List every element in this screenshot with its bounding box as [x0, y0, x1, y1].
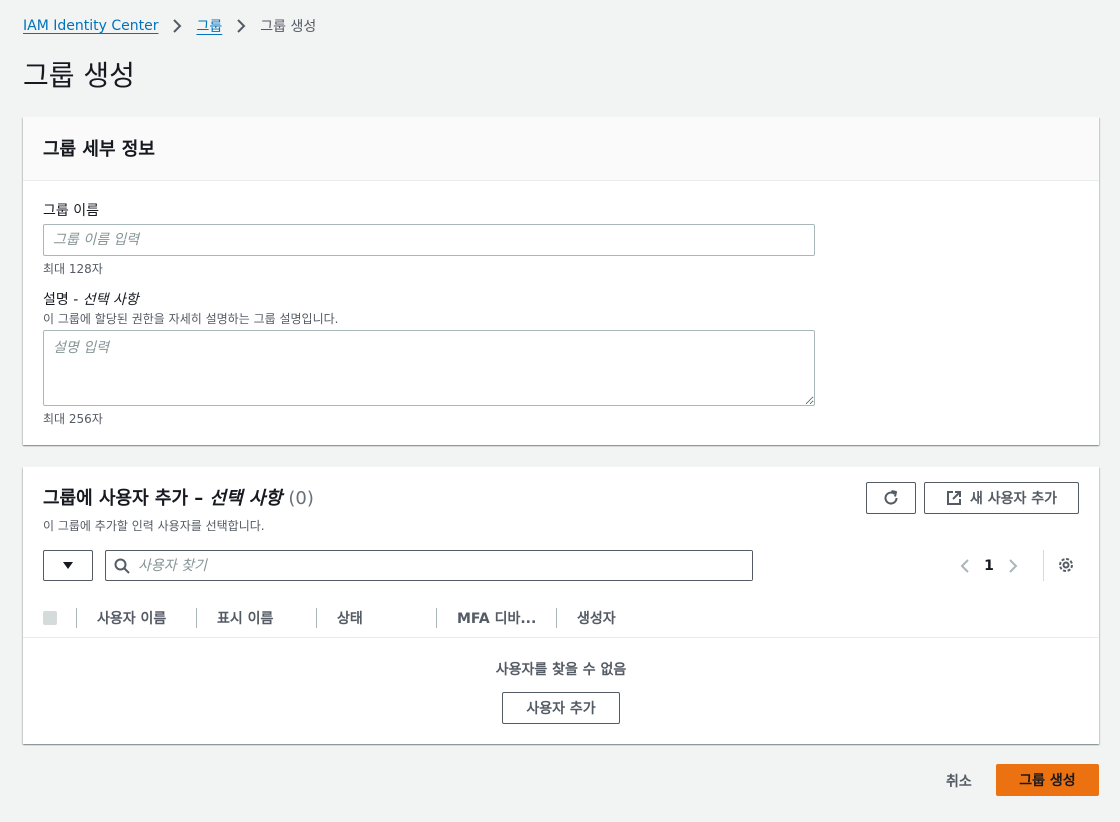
- column-divider: [76, 608, 77, 628]
- description-help: 이 그룹에 할당된 권한을 자세히 설명하는 그룹 설명입니다.: [43, 312, 339, 326]
- add-users-title-main: 그룹에 사용자 추가 –: [43, 488, 210, 509]
- breadcrumb-link-groups[interactable]: 그룹: [196, 16, 222, 36]
- description-hint: 최대 256자: [43, 412, 103, 426]
- select-all-checkbox[interactable]: [43, 611, 57, 625]
- external-link-icon: [946, 491, 961, 505]
- column-divider: [556, 608, 557, 628]
- breadcrumb-link-identity-center[interactable]: IAM Identity Center: [23, 18, 158, 34]
- chevron-right-icon: [170, 19, 184, 33]
- caret-down-icon: [63, 561, 73, 569]
- empty-state-message: 사용자를 찾을 수 없음: [495, 662, 627, 678]
- divider: [1043, 550, 1044, 581]
- add-user-button[interactable]: 사용자 추가: [502, 692, 620, 724]
- panel-header: 그룹 세부 정보: [23, 117, 1099, 181]
- refresh-button[interactable]: [866, 482, 916, 514]
- column-status[interactable]: 상태: [337, 598, 363, 638]
- page-title: 그룹 생성: [23, 59, 135, 92]
- filter-dropdown[interactable]: [43, 550, 93, 581]
- breadcrumb: IAM Identity Center 그룹 그룹 생성: [23, 14, 316, 38]
- description-separator: -: [68, 292, 83, 308]
- group-name-input[interactable]: [43, 224, 815, 256]
- table-header: 사용자 이름 표시 이름 상태 MFA 디바... 생성자: [23, 598, 1099, 638]
- add-new-user-label: 새 사용자 추가: [969, 491, 1058, 507]
- create-group-button[interactable]: 그룹 생성: [996, 764, 1099, 796]
- user-count: (0): [288, 488, 314, 509]
- add-users-title-optional: 선택 사항: [209, 488, 283, 509]
- column-created-by[interactable]: 생성자: [577, 598, 616, 638]
- cancel-button[interactable]: 취소: [946, 771, 972, 791]
- chevron-right-icon[interactable]: [1007, 558, 1019, 574]
- column-username[interactable]: 사용자 이름: [97, 598, 166, 638]
- description-label: 설명: [43, 292, 69, 308]
- pagination: 1: [959, 553, 1019, 579]
- column-divider: [196, 608, 197, 628]
- breadcrumb-current: 그룹 생성: [260, 19, 317, 35]
- description-label-row: 설명 - 선택 사항: [43, 289, 139, 309]
- add-users-title: 그룹에 사용자 추가 – 선택 사항 (0): [43, 484, 314, 510]
- chevron-left-icon[interactable]: [959, 558, 971, 574]
- page-number[interactable]: 1: [981, 558, 997, 574]
- group-name-hint: 최대 128자: [43, 262, 103, 276]
- add-users-description: 이 그룹에 추가할 인력 사용자를 선택합니다.: [43, 519, 265, 533]
- description-optional: 선택 사항: [82, 292, 139, 308]
- column-divider: [316, 608, 317, 628]
- search-input[interactable]: [138, 551, 752, 580]
- group-name-label: 그룹 이름: [43, 203, 99, 219]
- refresh-icon: [884, 490, 898, 505]
- gear-icon[interactable]: [1057, 556, 1075, 574]
- column-display-name[interactable]: 표시 이름: [217, 598, 273, 638]
- description-input[interactable]: [43, 330, 815, 406]
- search-icon: [114, 558, 130, 574]
- add-new-user-button[interactable]: 새 사용자 추가: [924, 482, 1079, 514]
- search-box: [105, 550, 753, 581]
- group-details-panel: 그룹 세부 정보 그룹 이름 최대 128자 설명 - 선택 사항 이 그룹에 …: [23, 117, 1099, 445]
- panel-title: 그룹 세부 정보: [43, 139, 155, 160]
- column-mfa-devices[interactable]: MFA 디바...: [457, 598, 536, 638]
- column-divider: [436, 608, 437, 628]
- add-users-panel: 그룹에 사용자 추가 – 선택 사항 (0) 이 그룹에 추가할 인력 사용자를…: [23, 467, 1099, 744]
- chevron-right-icon: [234, 19, 248, 33]
